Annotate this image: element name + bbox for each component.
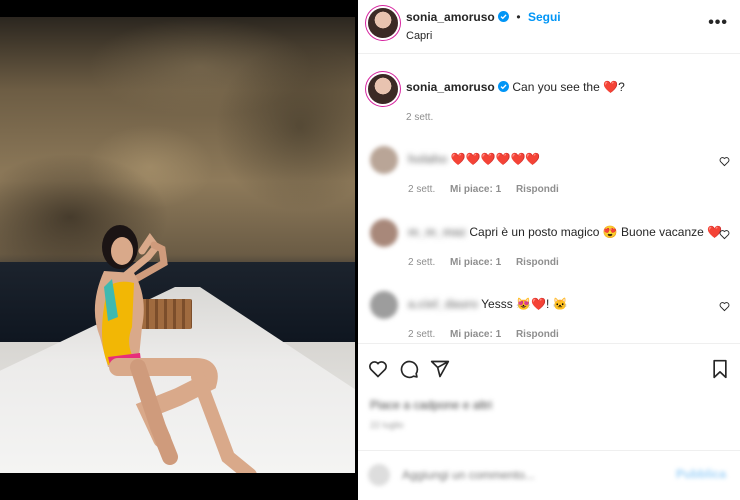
- reply-button[interactable]: Rispondi: [516, 184, 559, 195]
- caption-avatar[interactable]: [368, 74, 398, 104]
- comment-meta: 2 sett. Mi piace: 1 Rispondi: [408, 257, 571, 268]
- save-icon[interactable]: [710, 359, 730, 379]
- share-icon[interactable]: [430, 359, 450, 379]
- comment-text: Yesss 😻❤️! 🐱: [481, 297, 568, 311]
- comment-avatar[interactable]: [370, 291, 398, 319]
- follow-button[interactable]: Segui: [528, 10, 561, 24]
- comment-avatar[interactable]: [370, 219, 398, 247]
- comment-author[interactable]: m_m_maz: [408, 225, 466, 239]
- add-comment-bar: Pubblica: [358, 450, 740, 500]
- caption-time[interactable]: 2 sett.: [406, 112, 433, 123]
- author-avatar[interactable]: [368, 8, 398, 38]
- comment-avatar[interactable]: [370, 146, 398, 174]
- comment-body: holaho ❤️❤️❤️❤️❤️❤️: [408, 152, 540, 166]
- post-date: 22 luglio: [370, 420, 404, 430]
- caption-text: sonia_amoruso Can you see the ❤️?: [406, 80, 625, 94]
- comment-author[interactable]: a.ciel_dauro: [408, 297, 478, 311]
- comment-meta: 2 sett. Mi piace: 1 Rispondi: [408, 329, 571, 340]
- post-comment-button[interactable]: Pubblica: [676, 467, 726, 481]
- heart-icon[interactable]: [719, 229, 730, 240]
- comment-text: Capri è un posto magico 😍 Buone vacanze …: [469, 225, 723, 239]
- comment-item: holaho ❤️❤️❤️❤️❤️❤️ 2 sett. Mi piace: 1 …: [358, 146, 740, 206]
- caption-body: Can you see the: [512, 80, 600, 94]
- reply-button[interactable]: Rispondi: [516, 329, 559, 340]
- action-bar: [358, 343, 740, 393]
- heart-icon[interactable]: [719, 301, 730, 312]
- comment-item: m_m_maz Capri è un posto magico 😍 Buone …: [358, 219, 740, 279]
- reply-button[interactable]: Rispondi: [516, 257, 559, 268]
- comment-icon[interactable]: [399, 359, 419, 379]
- more-icon[interactable]: •••: [708, 14, 728, 32]
- woman-figure: [94, 225, 257, 473]
- heart-icon[interactable]: [719, 156, 730, 167]
- post-modal: sonia_amoruso • Segui Capri ••• sonia_am…: [0, 0, 740, 500]
- comment-time[interactable]: 2 sett.: [408, 329, 435, 340]
- comment-body: m_m_maz Capri è un posto magico 😍 Buone …: [408, 225, 722, 239]
- likes-summary[interactable]: Piace a cadpone e altri: [370, 398, 492, 412]
- comment-likes[interactable]: Mi piace: 1: [450, 329, 501, 340]
- caption-emoji: ❤️: [603, 80, 619, 94]
- comment-likes[interactable]: Mi piace: 1: [450, 257, 501, 268]
- comment-item: a.ciel_dauro Yesss 😻❤️! 🐱 2 sett. Mi pia…: [358, 291, 740, 351]
- post-header: sonia_amoruso • Segui Capri •••: [358, 0, 740, 54]
- author-row: sonia_amoruso • Segui: [406, 10, 561, 24]
- comment-time[interactable]: 2 sett.: [408, 184, 435, 195]
- location-link[interactable]: Capri: [406, 30, 432, 42]
- separator-dot: •: [516, 10, 521, 24]
- comment-input[interactable]: [402, 465, 662, 485]
- comment-meta: 2 sett. Mi piace: 1 Rispondi: [408, 184, 571, 195]
- comment-author[interactable]: holaho: [408, 152, 447, 166]
- caption-suffix: ?: [618, 80, 625, 94]
- heart-icon[interactable]: [368, 359, 388, 379]
- comment-body: a.ciel_dauro Yesss 😻❤️! 🐱: [408, 297, 568, 311]
- author-username[interactable]: sonia_amoruso: [406, 10, 495, 24]
- comment-text: ❤️❤️❤️❤️❤️❤️: [450, 152, 541, 166]
- post-photo[interactable]: [0, 17, 355, 473]
- verified-icon: [498, 81, 510, 92]
- verified-icon: [498, 11, 510, 22]
- comment-time[interactable]: 2 sett.: [408, 257, 435, 268]
- emoji-icon[interactable]: [368, 464, 390, 486]
- caption-username[interactable]: sonia_amoruso: [406, 80, 495, 94]
- post-side-panel: sonia_amoruso • Segui Capri ••• sonia_am…: [358, 0, 740, 500]
- comment-likes[interactable]: Mi piace: 1: [450, 184, 501, 195]
